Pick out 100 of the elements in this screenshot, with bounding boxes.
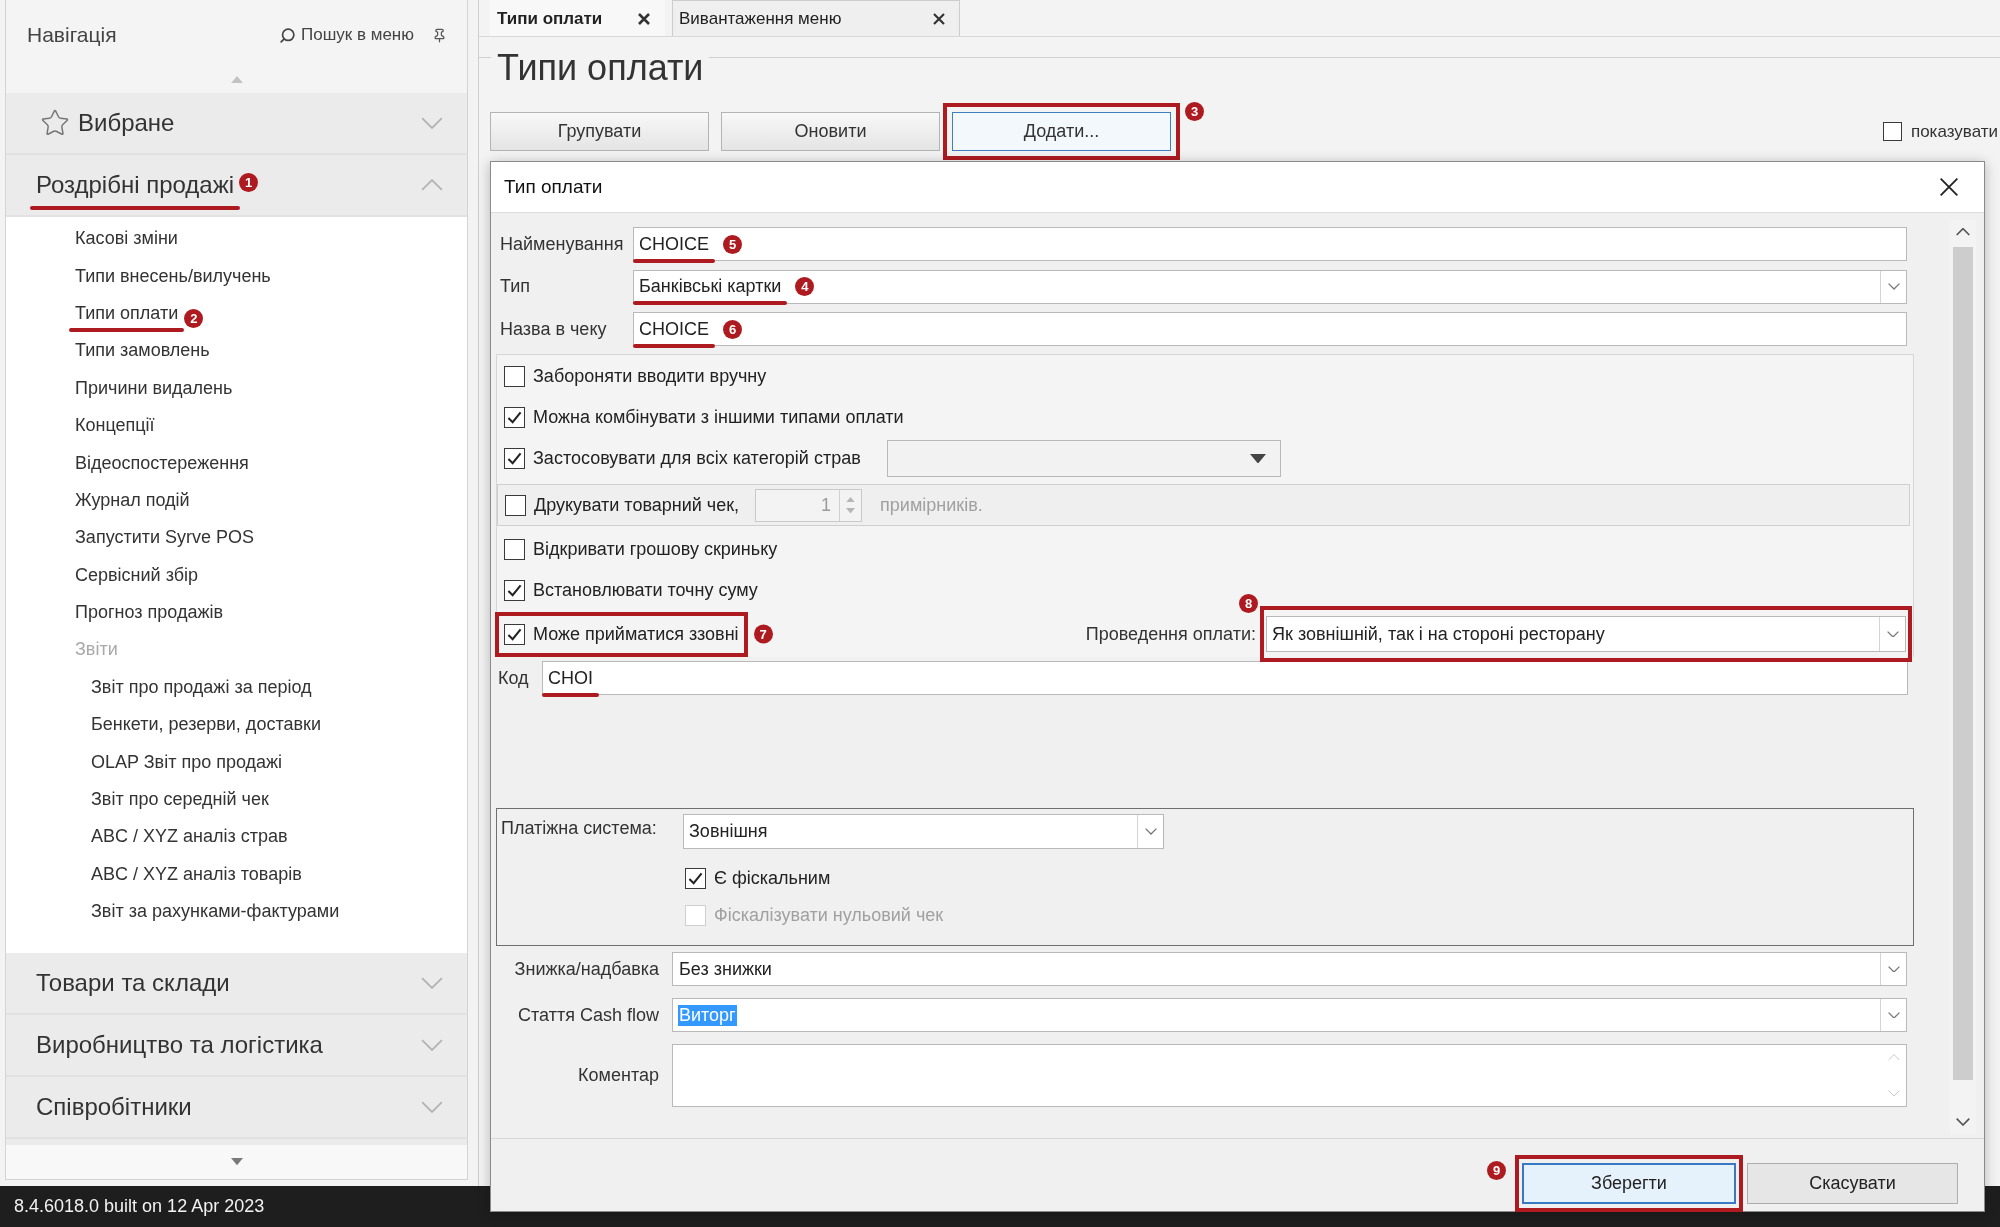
toolbar-button[interactable]: Додати... bbox=[952, 112, 1171, 151]
menu-item[interactable]: ABC / XYZ аналіз товарів bbox=[6, 855, 467, 894]
menu-item[interactable]: OLAP Звіт про продажі bbox=[6, 743, 467, 781]
dialog-button[interactable]: Скасувати bbox=[1747, 1163, 1958, 1204]
checkbox[interactable] bbox=[504, 623, 525, 645]
accordion-header[interactable]: Роздрібні продажі 1 bbox=[6, 155, 467, 217]
chevron-down-icon bbox=[1887, 283, 1900, 290]
tab[interactable]: Вивантаження меню bbox=[672, 0, 960, 36]
search-icon bbox=[279, 26, 296, 44]
star-icon bbox=[40, 108, 70, 138]
menu-item[interactable]: Концепції bbox=[6, 406, 467, 445]
menu-item[interactable]: Звіт за рахунками-фактурами bbox=[6, 893, 467, 931]
menu-item[interactable]: Запустити Syrve POS bbox=[6, 519, 467, 557]
checkmark-icon bbox=[688, 870, 703, 886]
text-field[interactable]: CHOICE 5 bbox=[633, 227, 1907, 261]
menu-item[interactable]: Звіт про продажі за період bbox=[6, 668, 467, 707]
pin-icon[interactable] bbox=[432, 27, 447, 43]
menu-item[interactable]: Причини видалень bbox=[6, 369, 467, 407]
dropdown[interactable]: Без знижки bbox=[672, 952, 1907, 986]
checkbox[interactable] bbox=[685, 867, 706, 889]
chevron-up-icon[interactable] bbox=[1956, 228, 1970, 236]
checkmark-icon bbox=[507, 583, 522, 598]
annotation-number: 7 bbox=[753, 624, 773, 644]
menu-item[interactable]: Типи внесень/вилучень bbox=[6, 257, 467, 295]
menu-search-link[interactable]: Пошук в меню bbox=[279, 25, 414, 45]
toolbar-button[interactable]: Групувати bbox=[490, 112, 709, 151]
checkbox-label[interactable]: Відкривати грошову скриньку bbox=[533, 539, 778, 560]
menu-item[interactable]: Звіт про середній чек bbox=[6, 780, 467, 819]
menu-item[interactable]: Типи оплати 2 bbox=[6, 294, 467, 333]
accordion-header[interactable]: Товари та склади bbox=[6, 953, 467, 1015]
checkbox[interactable] bbox=[1882, 122, 1902, 141]
menu-item[interactable]: Прогноз продажів bbox=[6, 593, 467, 632]
field-label: Проведення оплати: bbox=[1085, 623, 1256, 645]
field-label: Назва в чеку bbox=[499, 318, 608, 340]
page-title: Типи оплати bbox=[496, 47, 705, 89]
scrollbar-thumb[interactable] bbox=[1953, 246, 1973, 1080]
accordion-header[interactable]: Вибране bbox=[6, 93, 467, 155]
chevron-down-icon bbox=[1887, 1011, 1900, 1019]
checkmark-icon bbox=[507, 410, 522, 425]
checkbox-label: Фіскалізувати нульовий чек bbox=[714, 904, 944, 926]
checkbox[interactable] bbox=[504, 407, 525, 428]
dropdown[interactable]: Зовнішня bbox=[683, 814, 1164, 849]
checkbox-label[interactable]: Можна комбінувати з іншими типами оплати bbox=[533, 407, 904, 428]
checkbox-label[interactable]: Забороняти вводити вручну bbox=[533, 366, 767, 387]
checkbox-label[interactable]: Є фіскальним bbox=[714, 867, 831, 889]
checkbox[interactable] bbox=[504, 366, 525, 387]
annotation-number: 1 bbox=[239, 172, 259, 192]
dropdown[interactable]: Банківські картки 4 bbox=[633, 269, 1907, 304]
panel-title: Навігація bbox=[27, 23, 117, 47]
chevron-down-icon bbox=[1144, 828, 1157, 835]
dropdown[interactable]: Як зовнішній, так і на стороні ресторану bbox=[1266, 616, 1906, 652]
spin-suffix: примірників. bbox=[880, 494, 983, 516]
text-field[interactable]: CHOI bbox=[542, 661, 1908, 695]
checkbox-label[interactable]: Може прийматися ззовні bbox=[533, 623, 739, 645]
annotation-number: 9 bbox=[1487, 1161, 1506, 1180]
annotation-number: 2 bbox=[184, 308, 204, 328]
accordion-header[interactable]: Співробітники bbox=[6, 1077, 467, 1139]
menu-item[interactable]: Журнал подій bbox=[6, 481, 467, 520]
close-icon[interactable] bbox=[638, 12, 650, 25]
annotation-number: 8 bbox=[1239, 594, 1258, 613]
annotation-number: 5 bbox=[723, 234, 742, 254]
checkbox[interactable] bbox=[504, 580, 525, 601]
checkbox[interactable] bbox=[505, 494, 526, 516]
menu-item[interactable]: Відеоспостереження bbox=[6, 444, 467, 482]
version-text: 8.4.6018.0 built on 12 Apr 2023 bbox=[14, 1196, 265, 1217]
checkbox[interactable] bbox=[504, 448, 525, 469]
dialog-button[interactable]: Зберегти bbox=[1522, 1163, 1736, 1204]
selected-text: Виторг bbox=[678, 1004, 737, 1026]
chevron-down-icon bbox=[1886, 630, 1899, 638]
text-field[interactable]: CHOICE 6 bbox=[633, 312, 1907, 346]
chevron-down-icon[interactable] bbox=[1956, 1118, 1970, 1126]
field-label: Платіжна система: bbox=[500, 817, 658, 839]
annotation-number: 4 bbox=[795, 277, 815, 296]
field-label: Код bbox=[497, 667, 530, 689]
field-label: Стаття Cash flow bbox=[517, 1004, 659, 1026]
checkbox-label[interactable]: Друкувати товарний чек, bbox=[534, 494, 740, 516]
checkbox-label[interactable]: Встановлювати точну суму bbox=[533, 580, 758, 601]
tab[interactable]: Типи оплати bbox=[490, 0, 665, 36]
chevron-down-icon bbox=[1887, 965, 1900, 973]
scroll-down-icon[interactable] bbox=[230, 1158, 243, 1166]
menu-item[interactable]: Касові зміни bbox=[6, 220, 467, 258]
menu-item[interactable]: Бенкети, резерви, доставки bbox=[6, 706, 467, 744]
checkbox-label[interactable]: показувати bbox=[1910, 121, 1998, 142]
close-icon[interactable] bbox=[933, 12, 945, 25]
field-label: Коментар bbox=[577, 1065, 659, 1086]
menu-group-label: Звіти bbox=[74, 638, 119, 662]
checkbox-label[interactable]: Застосовувати для всіх категорій страв bbox=[533, 448, 861, 469]
close-icon bbox=[1939, 177, 1959, 197]
checkmark-icon bbox=[507, 451, 522, 466]
menu-item[interactable]: ABC / XYZ аналіз страв bbox=[6, 818, 467, 856]
field-label: Знижка/надбавка bbox=[513, 958, 659, 980]
dialog-title: Тип оплати bbox=[504, 176, 603, 198]
caret-down-icon[interactable] bbox=[1250, 453, 1267, 464]
menu-item[interactable]: Сервісний збір bbox=[6, 556, 467, 594]
annotation-number: 6 bbox=[723, 319, 742, 339]
checkbox[interactable] bbox=[504, 539, 525, 560]
menu-item[interactable]: Типи замовлень bbox=[6, 332, 467, 370]
field-label: Тип bbox=[499, 276, 531, 297]
toolbar-button[interactable]: Оновити bbox=[721, 112, 940, 151]
accordion-header[interactable]: Виробництво та логістика bbox=[6, 1015, 467, 1077]
